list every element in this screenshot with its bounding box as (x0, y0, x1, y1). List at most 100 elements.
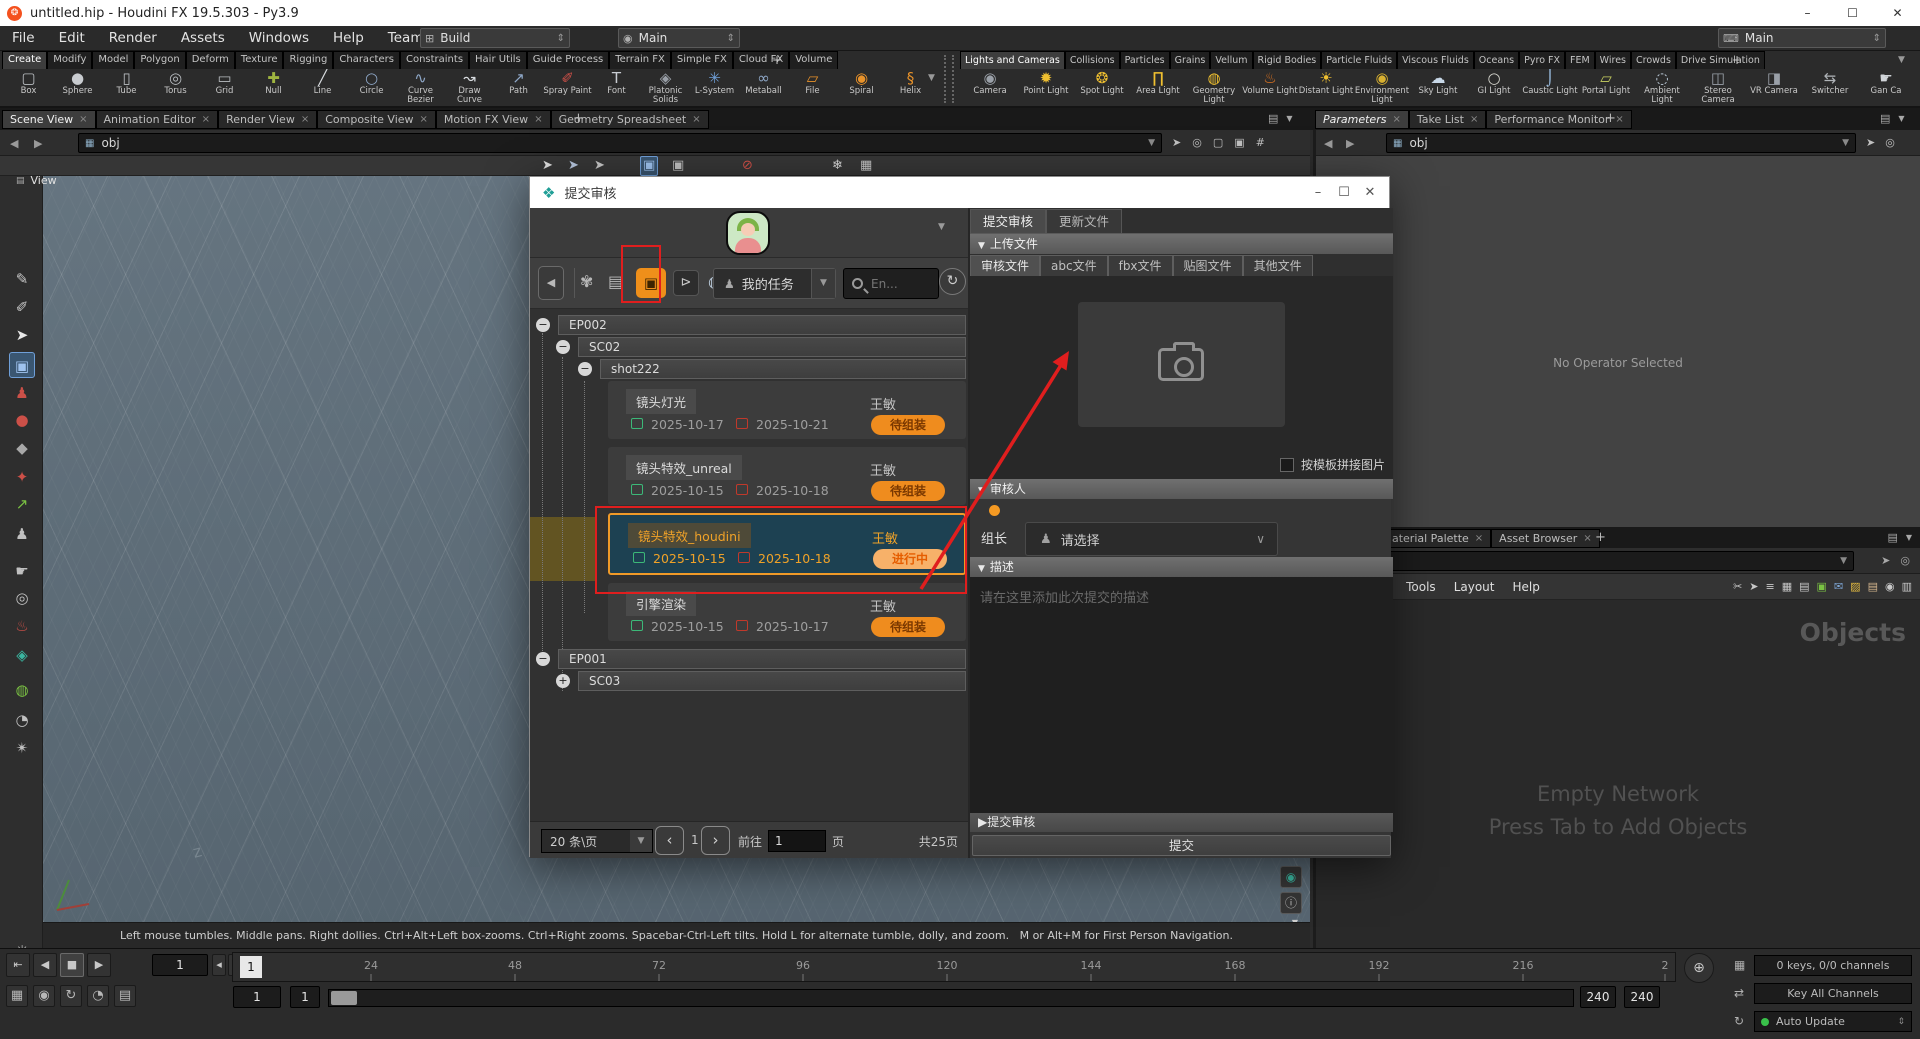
submit-button[interactable]: 提交 (972, 835, 1391, 856)
description-input[interactable] (970, 577, 1393, 813)
prev-page-button[interactable]: ‹ (655, 826, 684, 855)
close-tab-icon[interactable]: × (1475, 533, 1483, 544)
shelf-tab[interactable]: Drive Simulation (1676, 51, 1765, 69)
path-tool-icon[interactable]: ◎ (1192, 136, 1202, 149)
shelf-tab[interactable]: Volume (789, 51, 838, 69)
viewport-tool-icon[interactable]: ➤ (568, 157, 579, 175)
add-pane-tab-button[interactable]: + (1598, 110, 1623, 127)
file-type-tab[interactable]: 审核文件 (970, 255, 1040, 276)
dialog-tab[interactable]: 提交审核 (970, 209, 1046, 233)
add-shelf-tab-button[interactable]: + (772, 53, 782, 67)
shelf-tool[interactable]: ▭ Grid (200, 69, 249, 107)
shelf-tool[interactable]: ● Sphere (53, 69, 102, 107)
close-tab-icon[interactable]: × (79, 114, 87, 125)
submit-section-header[interactable]: ▶提交审核 (970, 813, 1393, 832)
network-tool-icon[interactable]: ≡ (1766, 580, 1775, 593)
shelf-tool[interactable]: ▱ File (788, 69, 837, 107)
range-substart-field[interactable] (290, 986, 320, 1008)
transport-button[interactable]: ◀ (33, 953, 57, 977)
reviewer-select[interactable]: ♟ 请选择 ∨ (1025, 522, 1278, 556)
expand-toggle-icon[interactable]: − (578, 362, 592, 376)
menu-item[interactable]: File (0, 30, 47, 46)
network-editor[interactable]: Objects Empty Network Press Tab to Add O… (1316, 600, 1920, 948)
network-tool-icon[interactable]: ▥ (1902, 580, 1912, 593)
close-tab-icon[interactable]: × (534, 114, 542, 125)
side-tool-icon[interactable]: ♨ (9, 613, 35, 639)
dialog-maximize-button[interactable]: ☐ (1331, 185, 1357, 200)
shelf-tool[interactable]: ◈ Platonic Solids (641, 69, 690, 107)
spinner-icon[interactable]: ⇕ (551, 33, 565, 44)
reviewer-section-header[interactable]: ▼审核人 (970, 479, 1393, 499)
shelf-tool[interactable]: ✹ Point Light (1018, 69, 1074, 107)
shelf-tool[interactable]: ◉ Environment Light (1354, 69, 1410, 107)
spinner-icon[interactable]: ⇕ (721, 33, 735, 44)
pane-tab[interactable]: Render View× (218, 110, 317, 129)
shelf-tool[interactable]: ○ Circle (347, 69, 396, 107)
network-tool-icon[interactable]: ▨ (1850, 580, 1860, 593)
shelf-tool[interactable]: ☁ Sky Light (1410, 69, 1466, 107)
task-name-chip[interactable]: 引擎渲染 (626, 591, 696, 616)
side-tool-icon[interactable]: ☛ (9, 558, 35, 584)
dropdown-icon[interactable]: ▼ (630, 830, 652, 852)
shelf-tab[interactable]: Lights and Cameras (960, 51, 1065, 69)
pane-tab[interactable]: Take List× (1409, 110, 1487, 129)
transport-button[interactable]: ▶ (87, 953, 111, 977)
side-tool-icon[interactable]: ✎ (9, 266, 35, 292)
info-widget-icon[interactable]: ⓘ (1280, 892, 1302, 914)
minimize-button[interactable]: – (1785, 0, 1830, 26)
shelf-tab[interactable]: Modify (47, 51, 92, 69)
shelf-tool[interactable]: ◌ Ambient Light (1634, 69, 1690, 107)
shelf-tab[interactable]: Create (2, 51, 47, 69)
pane-dropdown-icon[interactable]: ▼ (1286, 114, 1292, 123)
back-icon[interactable]: ◀ (10, 137, 18, 150)
shelf-tool[interactable]: T Font (592, 69, 641, 107)
shelf-tool[interactable]: ◎ Torus (151, 69, 200, 107)
shelf-tab[interactable]: Simple FX (671, 51, 733, 69)
camera-selector[interactable]: ◉ Main ⇕ (618, 28, 740, 48)
menu-item[interactable]: Windows (237, 30, 321, 46)
shelf-tab[interactable]: Oceans (1474, 51, 1519, 69)
viewport-tool-icon[interactable]: ▣ (672, 157, 684, 175)
shelf-tab[interactable]: Vellum (1210, 51, 1252, 69)
tree-group-row[interactable]: EP001 (558, 649, 966, 669)
playbar-option-icon[interactable]: ◉ (33, 985, 55, 1007)
path-bar-icons[interactable]: ➤ ◎ (1881, 554, 1910, 567)
shelf-tab[interactable]: Collisions (1065, 51, 1120, 69)
viewport-tool-icon[interactable]: ⊘ (742, 157, 753, 175)
pane-menu-icons[interactable]: ▤ ▼ (1887, 531, 1912, 544)
stitch-checkbox[interactable] (1280, 458, 1294, 472)
shelf-tool[interactable]: ∿ Curve Bezier (396, 69, 445, 107)
shelf-tool[interactable]: ☀ Distant Light (1298, 69, 1354, 107)
goto-page-input[interactable] (768, 830, 826, 852)
next-page-button[interactable]: › (701, 826, 730, 855)
add-pane-tab-button[interactable]: + (1588, 529, 1613, 546)
pane-grid-icon[interactable]: ▤ (1268, 112, 1278, 125)
tree-group-row[interactable]: shot222 (600, 359, 966, 379)
transport-button[interactable]: ⇤ (6, 953, 30, 977)
shelf-tab[interactable]: Terrain FX (609, 51, 671, 69)
network-tool-icon[interactable]: ▤ (1868, 580, 1878, 593)
close-button[interactable]: ✕ (1875, 0, 1920, 26)
file-type-tab[interactable]: 其他文件 (1243, 255, 1313, 276)
playbar-option-icon[interactable]: ▤ (114, 985, 136, 1007)
shelf-tab[interactable]: Particle Fluids (1321, 51, 1397, 69)
shelf-tool[interactable]: ∏ Area Light (1130, 69, 1186, 107)
path-dropdown-icon[interactable]: ▼ (1148, 138, 1155, 148)
path-tool-icon[interactable]: ➤ (1172, 136, 1181, 149)
task-scope-dropdown[interactable]: ♟ 我的任务 ▼ (713, 268, 836, 299)
close-tab-icon[interactable]: × (1470, 114, 1478, 125)
shelf-tab[interactable]: Viscous Fluids (1397, 51, 1474, 69)
update-mode-selector[interactable]: Auto Update ⇕ (1754, 1011, 1912, 1032)
range-slider-handle[interactable] (331, 991, 357, 1005)
dialog-close-button[interactable]: ✕ (1357, 185, 1383, 200)
network-tool-icon[interactable]: ✉ (1834, 580, 1843, 593)
close-tab-icon[interactable]: × (692, 114, 700, 125)
range-subend-field[interactable] (1624, 986, 1660, 1008)
video-filter-icon[interactable]: ⊳ (673, 270, 699, 296)
spinner-icon[interactable]: ⇕ (1867, 33, 1881, 44)
collapse-tree-button[interactable]: ◀ (538, 266, 564, 300)
network-menu-item[interactable]: Tools (1397, 580, 1445, 594)
shelf-tool[interactable]: ▢ Box (4, 69, 53, 107)
shelf-tool[interactable]: ○ GI Light (1466, 69, 1522, 107)
task-card[interactable]: 引擎渲染 王敏 2025-10-15 2025-10-17 待组装 (608, 583, 966, 641)
